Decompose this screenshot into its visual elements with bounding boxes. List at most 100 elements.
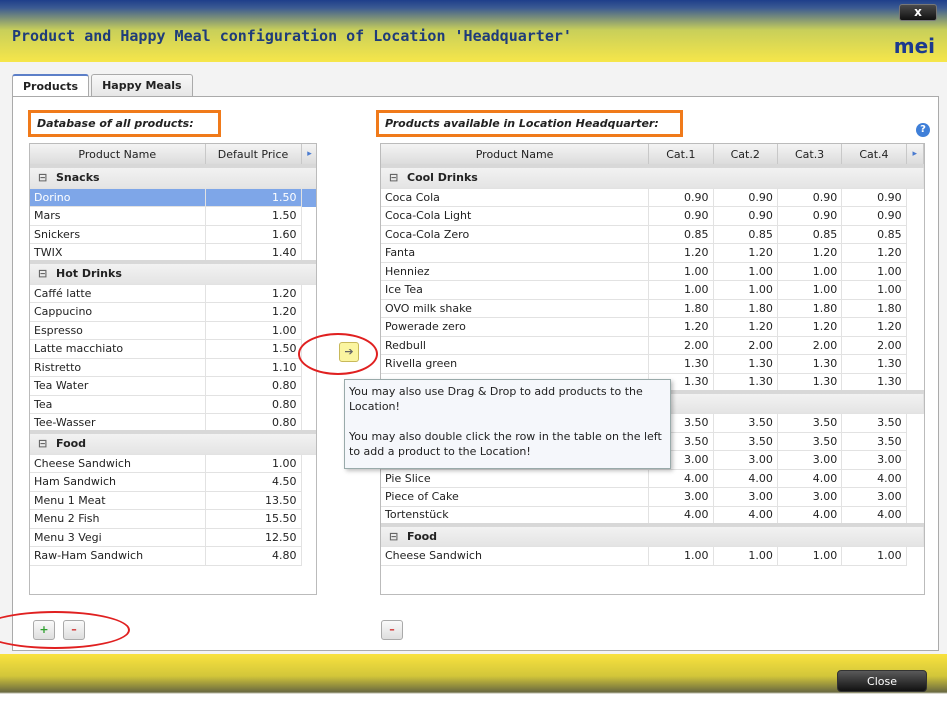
collapse-icon[interactable]: ⊟ [38,437,48,450]
cell-price: 4.00 [777,469,843,488]
collapse-icon[interactable]: ⊟ [389,171,399,184]
table-row[interactable]: Coca-Cola Light 0.90 0.90 0.90 0.90 [381,206,924,226]
cell-price: 2.00 [648,336,714,355]
cell-price: 1.20 [713,317,778,337]
cell-product-name: Tea Water [30,376,206,396]
products-database-table[interactable]: Product Name Default Price ▸ ⊟ Snacks Dori… [29,143,317,595]
table-row[interactable]: Pie Slice 4.00 4.00 4.00 4.00 [381,469,924,488]
table-row[interactable]: Tea 0.80 [30,395,316,414]
table-row[interactable]: Espresso 1.00 [30,321,316,340]
table-row[interactable]: Cheese Sandwich 1.00 [30,454,316,473]
group-row[interactable]: ⊟ Hot Drinks [30,260,316,285]
table-row[interactable]: Menu 1 Meat 13.50 [30,491,316,510]
col-cat4[interactable]: Cat.4 [841,144,907,167]
cell-price: 2.00 [777,336,843,355]
location-products-label: Products available in Location Headquart… [376,110,683,137]
table-row[interactable]: Ristretto 1.10 [30,358,316,377]
scroll-gutter [906,299,923,318]
cell-product-name: Snickers [30,225,206,244]
scroll-gutter [906,373,923,392]
col-cat2[interactable]: Cat.2 [713,144,778,167]
table-row[interactable]: Tortenstück 4.00 4.00 4.00 4.00 [381,506,924,525]
table-row[interactable]: Snickers 1.60 [30,225,316,244]
remove-from-location-button[interactable]: – [381,620,403,640]
cell-price: 4.00 [777,506,843,525]
table-row[interactable]: Powerade zero 1.20 1.20 1.20 1.20 [381,317,924,337]
help-icon[interactable]: ? [916,123,930,137]
group-row[interactable]: ⊟ Food [30,430,316,455]
cell-price: 0.90 [777,206,843,226]
table-row[interactable]: Cheese Sandwich 1.00 1.00 1.00 1.00 [381,546,924,566]
cell-price: 4.00 [841,469,907,488]
table-row[interactable]: OVO milk shake 1.80 1.80 1.80 1.80 [381,299,924,318]
col-product-name[interactable]: Product Name [381,144,650,167]
table-row[interactable]: Piece of Cake 3.00 3.00 3.00 3.00 [381,487,924,507]
group-row[interactable]: ⊟ Food [381,522,924,547]
group-header[interactable]: ⊟ Food [30,430,316,455]
scroll-gutter [301,491,316,510]
mei-logo: mei [893,34,935,58]
tab-products[interactable]: Products [12,74,90,96]
table-row[interactable]: Tee-Wasser 0.80 [30,413,316,433]
table-row[interactable]: Coca Cola 0.90 0.90 0.90 0.90 [381,188,924,207]
group-name: Food [407,529,438,543]
column-chooser-button[interactable]: ▸ [301,144,316,167]
table-row[interactable]: Cappucino 1.20 [30,302,316,322]
group-header[interactable]: ⊟ Snacks [30,164,316,189]
table-row[interactable]: Dorino 1.50 [30,188,316,207]
close-button[interactable]: Close [837,670,927,692]
cell-product-name: Piece of Cake [381,487,650,507]
table-row[interactable]: TWIX 1.40 [30,243,316,263]
group-header[interactable]: ⊟ Cool Drinks [381,164,924,189]
column-chooser-button[interactable]: ▸ [906,144,924,167]
group-row[interactable]: ⊟ Cool Drinks [381,164,924,189]
right-table: Product Name Cat.1 Cat.2 Cat.3 Cat.4 ▸ ⊟… [381,144,924,566]
table-row[interactable]: Redbull 2.00 2.00 2.00 2.00 [381,336,924,355]
scroll-gutter [906,547,923,566]
table-row[interactable]: Coca-Cola Zero 0.85 0.85 0.85 0.85 [381,225,924,244]
table-row[interactable]: Raw-Ham Sandwich 4.80 [30,546,316,566]
cell-price: 1.80 [713,299,778,318]
cell-price: 0.85 [713,225,778,244]
cell-price: 0.90 [648,188,714,207]
scroll-gutter [301,473,316,492]
window-title: Product and Happy Meal configuration of … [12,27,572,45]
cell-product-name: TWIX [30,243,206,263]
table-row[interactable]: Menu 3 Vegi 12.50 [30,528,316,547]
table-row[interactable]: Tea Water 0.80 [30,376,316,396]
cell-product-name: Tortenstück [381,506,650,525]
table-row[interactable]: Ham Sandwich 4.50 [30,472,316,492]
scroll-gutter [906,469,923,488]
table-row[interactable]: Henniez 1.00 1.00 1.00 1.00 [381,262,924,281]
cell-price: 1.80 [777,299,843,318]
table-row[interactable]: Ice Tea 1.00 1.00 1.00 1.00 [381,280,924,300]
tab-happy-meals[interactable]: Happy Meals [91,74,193,96]
cell-price: 3.00 [713,487,778,507]
table-row[interactable]: Latte macchiato 1.50 [30,339,316,359]
col-default-price[interactable]: Default Price [205,144,302,167]
cell-price: 4.00 [713,506,778,525]
group-header[interactable]: ⊟ Food [381,522,924,547]
cell-price: 1.20 [713,243,778,263]
table-row[interactable]: Fanta 1.20 1.20 1.20 1.20 [381,243,924,263]
table-row[interactable]: Mars 1.50 [30,206,316,226]
location-products-table[interactable]: Product Name Cat.1 Cat.2 Cat.3 Cat.4 ▸ ⊟… [380,143,925,595]
window-close-button[interactable]: x [899,4,937,21]
footer-bar: Close [0,654,947,704]
table-row[interactable]: Rivella green 1.30 1.30 1.30 1.30 [381,354,924,374]
collapse-icon[interactable]: ⊟ [38,171,48,184]
col-cat1[interactable]: Cat.1 [648,144,714,167]
collapse-icon[interactable]: ⊟ [389,530,399,543]
tab-bar: Products Happy Meals [12,74,195,96]
table-row[interactable]: Menu 2 Fish 15.50 [30,509,316,529]
col-cat3[interactable]: Cat.3 [777,144,843,167]
collapse-icon[interactable]: ⊟ [38,267,48,280]
cell-price: 1.50 [205,206,302,226]
cell-product-name: Latte macchiato [30,339,206,359]
scroll-gutter [301,188,316,207]
cell-price: 13.50 [205,491,302,510]
group-row[interactable]: ⊟ Snacks [30,164,316,189]
table-row[interactable]: Caffé latte 1.20 [30,284,316,303]
col-product-name[interactable]: Product Name [30,144,206,167]
group-header[interactable]: ⊟ Hot Drinks [30,260,316,285]
